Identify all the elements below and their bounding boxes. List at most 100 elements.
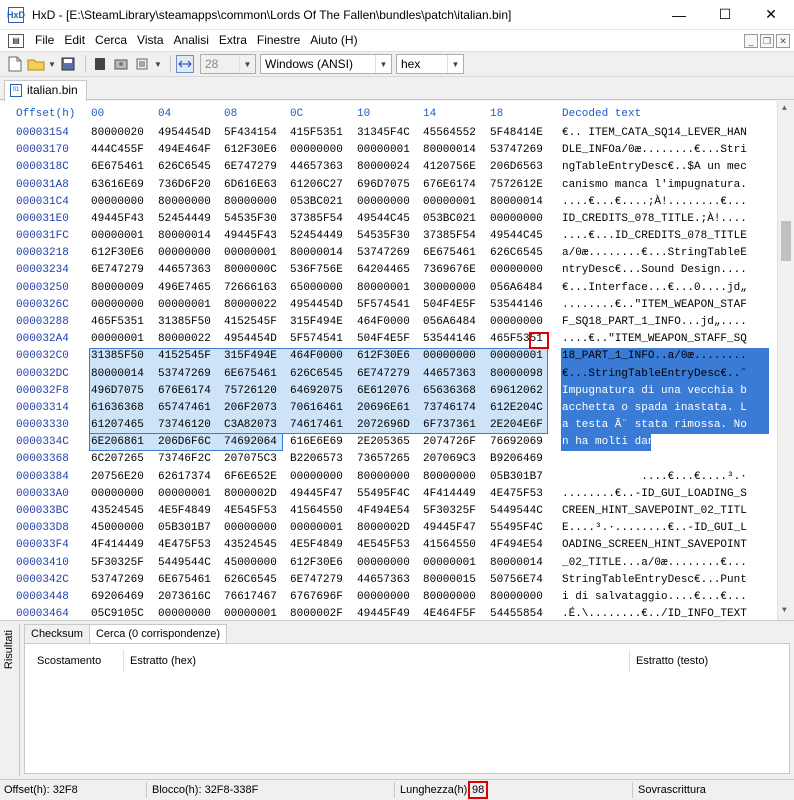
hex-word[interactable]: 612F30E6 [91,245,144,262]
hex-word[interactable]: 5F574541 [290,331,343,348]
decoded-text[interactable]: acchetta o spada inastata. L [562,400,747,417]
hex-word[interactable]: 612F30E6 [357,348,410,365]
mdi-minimize-button[interactable]: _ [744,33,758,48]
hex-word[interactable]: 00000000 [91,297,144,314]
hex-word[interactable]: 80000014 [423,142,476,159]
hex-word[interactable]: 053BC021 [423,211,476,228]
hex-word[interactable]: 53747269 [490,142,543,159]
hex-word[interactable]: 676E6174 [423,177,476,194]
hex-word[interactable]: 2073616C [158,589,211,606]
save-icon[interactable] [59,55,77,73]
hex-word[interactable]: 00000000 [357,555,410,572]
hex-word[interactable]: 72666163 [224,280,277,297]
hex-word[interactable]: 5449544C [158,555,211,572]
hex-word[interactable]: 00000001 [290,520,343,537]
hex-word[interactable]: 53747269 [158,366,211,383]
hex-word[interactable]: 00000000 [490,211,543,228]
hex-word[interactable]: 80000000 [423,589,476,606]
hex-word[interactable]: 206F2073 [224,400,277,417]
decoded-text[interactable]: i di salvataggio....€...€... [562,589,747,606]
hex-word[interactable]: 6E675461 [423,245,476,262]
hex-word[interactable]: 80000015 [423,572,476,589]
memory-dropdown-icon[interactable]: ▼ [154,55,162,73]
hex-word[interactable]: 53747269 [357,245,410,262]
hex-word[interactable]: 80000000 [158,194,211,211]
close-button[interactable]: ✕ [748,0,794,30]
hex-word[interactable]: 626C6545 [158,159,211,176]
hex-word[interactable]: 6E612076 [357,383,410,400]
hex-word[interactable]: 54535F30 [357,228,410,245]
hex-word[interactable]: 7369676E [423,262,476,279]
hex-word[interactable]: 00000000 [357,589,410,606]
hex-word[interactable]: 00000001 [158,297,211,314]
hex-word[interactable]: 76617467 [224,589,277,606]
hex-word[interactable]: 45000000 [91,520,144,537]
hex-word[interactable]: 61207465 [91,417,144,434]
hex-word[interactable]: 2E204E6F [490,417,543,434]
decoded-text[interactable]: ........€..-ID_GUI_LOADING_S [562,486,747,503]
hex-word[interactable]: 504F4E5F [423,297,476,314]
hex-word[interactable]: 75726120 [224,383,277,400]
menu-view[interactable]: Vista [132,30,168,51]
hex-word[interactable]: 465F5351 [91,314,144,331]
hex-word[interactable]: 6E747279 [91,262,144,279]
hex-word[interactable]: 80000014 [158,228,211,245]
hex-word[interactable]: 056A6484 [490,280,543,297]
hex-word[interactable]: 00000000 [91,194,144,211]
hex-word[interactable]: 61636368 [91,400,144,417]
hex-word[interactable]: 696D7075 [357,177,410,194]
hex-word[interactable]: 74617461 [290,417,343,434]
hex-word[interactable]: 49445F47 [423,520,476,537]
hex-word[interactable]: 6E747279 [224,159,277,176]
tab-search-results[interactable]: Cerca (0 corrispondenze) [88,624,228,644]
hex-word[interactable]: 63616E69 [91,177,144,194]
hex-word[interactable]: 4120756E [423,159,476,176]
hex-word[interactable]: 00000001 [490,348,543,365]
hex-word[interactable]: 4152545F [158,348,211,365]
hex-word[interactable]: 6E747279 [290,572,343,589]
decoded-text[interactable]: ntryDesc€...Sound Design.... [562,262,747,279]
hex-word[interactable]: 464F0000 [290,348,343,365]
hxd-app-icon[interactable]: HxD [7,6,25,23]
hex-word[interactable]: 464F0000 [357,314,410,331]
hex-word[interactable]: 4E5F4849 [290,537,343,554]
hex-word[interactable]: 05C9105C [91,606,144,620]
hex-word[interactable]: 65000000 [290,280,343,297]
hex-word[interactable]: 496E7465 [158,280,211,297]
hex-word[interactable]: 00000001 [224,606,277,620]
hex-word[interactable]: 612F30E6 [224,142,277,159]
hex-word[interactable]: 4E464F5F [423,606,476,620]
hex-word[interactable]: 315F494E [290,314,343,331]
hex-word[interactable]: 6E675461 [224,366,277,383]
hex-word[interactable]: 45564552 [423,125,476,142]
hex-word[interactable]: 30000000 [423,280,476,297]
hex-word[interactable]: 65747461 [158,400,211,417]
hex-word[interactable]: 626C6545 [290,366,343,383]
hex-word[interactable]: 44657363 [290,159,343,176]
decoded-text[interactable]: ngTableEntryDesc€..$A un mec [562,159,747,176]
decoded-text[interactable]: €...Interface...€...0....jd„ [562,280,747,297]
hex-word[interactable]: 4F494E54 [490,537,543,554]
hex-word[interactable]: 69612062 [490,383,543,400]
memory-icon[interactable] [133,55,151,73]
decoded-text[interactable]: €.. ITEM_CATA_SQ14_LEVER_HAN [562,125,747,142]
hex-word[interactable]: 61206C27 [290,177,343,194]
hex-word[interactable]: 74692064 [224,434,277,451]
column-offset[interactable]: Scostamento [31,650,123,672]
hex-word[interactable]: 65636368 [423,383,476,400]
hex-word[interactable]: 5F574541 [357,297,410,314]
hex-word[interactable]: 8000000C [224,262,277,279]
hex-word[interactable]: 616E6E69 [290,434,343,451]
decoded-text[interactable]: a testa Ã¨ stata rimossa. No [562,417,747,434]
decoded-text[interactable]: ID_CREDITS_078_TITLE.;À!.... [562,211,747,228]
hex-word[interactable]: 206D6F6C [158,434,211,451]
scrollbar-thumb[interactable] [781,221,791,261]
new-file-icon[interactable] [6,55,24,73]
hex-word[interactable]: 4F414449 [91,537,144,554]
minimize-button[interactable]: — [656,0,702,30]
hex-word[interactable]: 00000001 [224,245,277,262]
menu-windows[interactable]: Finestre [252,30,305,51]
menu-analysis[interactable]: Analisi [169,30,214,51]
decoded-text[interactable]: ....€...€....;À!........€... [562,194,747,211]
hex-word[interactable]: 612F30E6 [290,555,343,572]
